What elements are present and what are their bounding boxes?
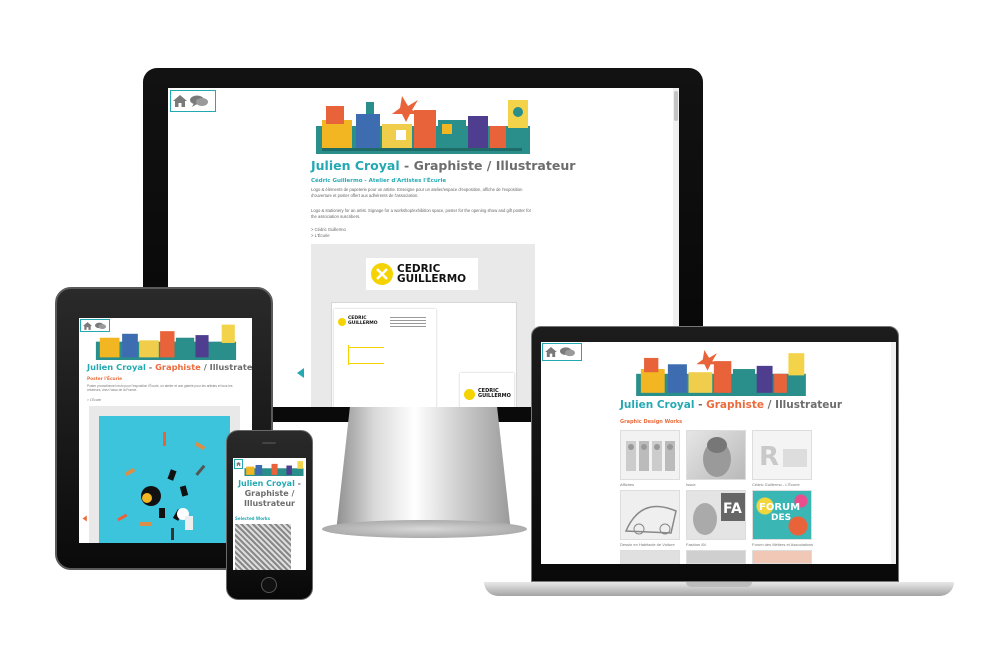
project-desc-en: Logo & stationery for an artist. Signage… <box>311 208 531 219</box>
imac-stand <box>336 406 511 532</box>
prev-arrow-icon[interactable] <box>296 368 306 378</box>
laptop-home-nav[interactable] <box>542 343 582 361</box>
tablet-header-illustration <box>95 324 237 360</box>
tablet-gallery <box>89 406 240 543</box>
phone-title-illustrateur: Illustrateur <box>244 499 295 508</box>
thumb-row3-2[interactable] <box>686 550 746 564</box>
laptop-scrollbar[interactable] <box>891 342 896 564</box>
imac-foot <box>322 520 527 538</box>
home-icon[interactable] <box>173 95 187 107</box>
card-logo-icon <box>464 388 475 400</box>
thumb-dessin-label[interactable]: Dessin en Habitacle de Voiture <box>620 542 675 547</box>
phone-title-name: Julien Croyal <box>238 479 295 488</box>
tablet-title-slash: / <box>200 362 210 372</box>
thumb-cedric[interactable]: R <box>752 430 812 480</box>
letter-logo-line-2: GUILLERMO <box>348 320 378 326</box>
project-gallery: CEDRIC GUILLERMO CEDRIC GUILLERMO CEDRIC… <box>311 244 535 407</box>
forum-text-1: FORUM <box>759 502 801 513</box>
thumb-issue[interactable] <box>686 430 746 480</box>
thumb-forum-label[interactable]: Forum des Métiers et Associations <box>752 542 813 547</box>
thumb-forum[interactable]: FORUM DES <box>752 490 813 541</box>
phone-page-title: Julien Croyal - Graphiste / Illustrateur <box>233 479 306 509</box>
letter-sheet: CEDRIC GUILLERMO <box>334 309 436 407</box>
thumb-fashion-label[interactable]: Fashion AV <box>686 542 706 547</box>
thumb-affiches-label[interactable]: Affiches <box>620 482 634 487</box>
thumb-affiches[interactable] <box>620 430 680 480</box>
phone-screen: Julien Croyal - Graphiste / Illustrateur… <box>233 458 306 570</box>
poster-image <box>99 416 230 543</box>
laptop-title-illustrateur: Illustrateur <box>775 399 843 411</box>
laptop-header-illustration <box>636 350 806 396</box>
logo-mark-icon <box>371 263 393 285</box>
title-dash: - <box>399 158 414 173</box>
logo-mark-small-icon <box>338 317 346 326</box>
home-nav[interactable] <box>170 90 216 112</box>
phone-title-dash: - <box>294 479 301 488</box>
header-illustration <box>316 96 530 154</box>
thumb-issue-label[interactable]: Issue <box>686 482 696 487</box>
thumb-row3-3[interactable] <box>752 550 812 564</box>
home-icon[interactable] <box>83 321 92 330</box>
phone-home-nav[interactable] <box>234 459 243 469</box>
laptop-notch <box>686 582 752 587</box>
laptop-title-slash: / <box>764 399 776 411</box>
laptop-title-name: Julien Croyal <box>620 399 695 411</box>
title-role-illustrateur: Illustrateur <box>495 158 576 173</box>
page-title: Julien Croyal - Graphiste / Illustrateur <box>311 158 575 173</box>
link-ecurie[interactable]: > L'Écurie <box>311 233 330 238</box>
link-cedric[interactable]: > Cédric Guillermo <box>311 227 346 232</box>
tablet-link[interactable]: > L'Écurie <box>87 398 101 402</box>
phone-speaker <box>262 442 276 444</box>
phone-home-button[interactable] <box>261 577 277 593</box>
logo-line-2: GUILLERMO <box>397 273 467 285</box>
laptop-title-dash: - <box>694 399 707 411</box>
phone-header-illustration <box>244 461 304 476</box>
chat-icon[interactable] <box>190 95 208 107</box>
forum-text-2: DES <box>771 513 792 523</box>
tablet-page-title: Julien Croyal - Graphiste / Illustrateur <box>87 362 252 372</box>
project-desc-fr: Logo & éléments de papeterie pour un art… <box>311 187 523 198</box>
chat-icon[interactable] <box>560 347 575 357</box>
phone-work-thumb[interactable] <box>235 524 291 570</box>
phone-title-graphiste: Graphiste / <box>244 489 295 498</box>
tablet-title-name: Julien Croyal <box>87 362 146 372</box>
phone-section-title: Selected Works <box>235 516 270 521</box>
tablet-project-desc: Poster promotionnel recto pour l'exposit… <box>87 384 233 392</box>
title-role-graphiste: Graphiste <box>413 158 483 173</box>
thumb-cedric-label[interactable]: Cédric Guillermo - L'Écurie <box>752 482 800 487</box>
title-name: Julien Croyal <box>311 158 400 173</box>
thumb-fashion[interactable]: FA <box>686 490 746 540</box>
tablet-project-title: Poster l'Écurie <box>87 377 123 382</box>
thumb-row3-1[interactable] <box>620 550 680 564</box>
card-logo-line-2: GUILLERMO <box>478 393 511 399</box>
laptop-page-title: Julien Croyal - Graphiste / Illustrateur <box>620 399 842 411</box>
fa-text: FA <box>723 501 742 517</box>
business-card: CEDRIC GUILLERMO <box>460 373 514 407</box>
laptop-screen: Julien Croyal - Graphiste / Illustrateur… <box>541 342 896 564</box>
tablet-prev-arrow-icon[interactable] <box>82 515 88 522</box>
tablet-title-dash: - <box>145 362 156 372</box>
laptop-title-graphiste: Graphiste <box>706 399 765 411</box>
letterhead: CEDRIC GUILLERMO CEDRIC GUILLERMO <box>331 302 517 407</box>
home-icon[interactable] <box>236 461 241 467</box>
svg-text:R: R <box>759 442 779 472</box>
title-slash: / <box>482 158 496 173</box>
thumb-dessin[interactable] <box>620 490 680 540</box>
laptop-section-title: Graphic Design Works <box>620 419 683 425</box>
home-icon[interactable] <box>545 347 557 357</box>
logo-card: CEDRIC GUILLERMO <box>366 258 478 290</box>
project-title: Cédric Guillermo - Atelier d'Artistes l'… <box>311 178 447 184</box>
tablet-title-illustrateur: Illustrateur <box>209 362 252 372</box>
tablet-title-graphiste: Graphiste <box>155 362 201 372</box>
